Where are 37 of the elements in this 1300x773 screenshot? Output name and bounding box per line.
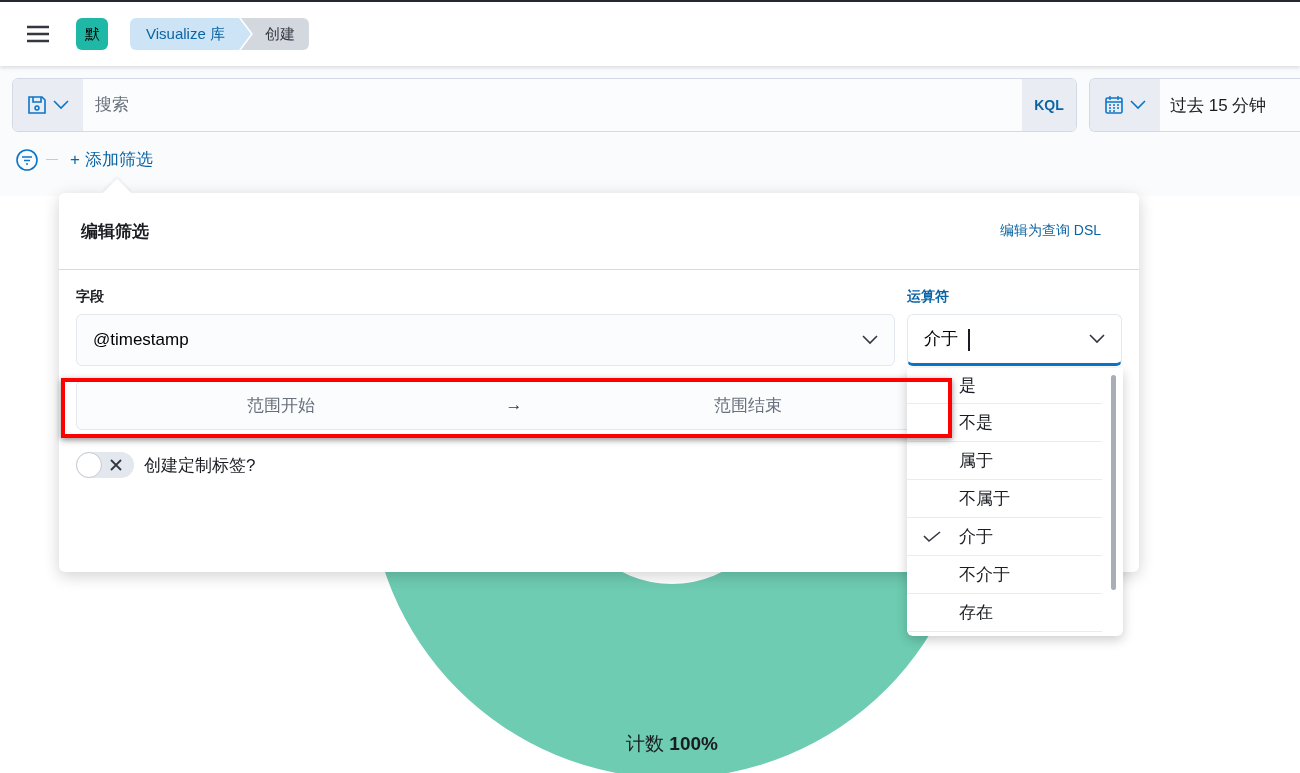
operator-option[interactable]: 是	[907, 368, 1102, 404]
breadcrumb[interactable]: Visualize 库	[130, 18, 251, 50]
filter-icon[interactable]	[16, 148, 38, 171]
scrollbar[interactable]	[1111, 375, 1116, 590]
operator-option[interactable]: 不是	[907, 404, 1102, 442]
custom-label-switch[interactable]	[76, 452, 134, 478]
field-select[interactable]: @timestamp	[76, 314, 895, 366]
saved-query-button[interactable]	[13, 79, 83, 131]
add-filter-link[interactable]: + 添加筛选	[66, 148, 153, 171]
chevron-icon	[1089, 334, 1105, 344]
language-button[interactable]: KQL	[1022, 79, 1076, 131]
search-field[interactable]: 搜索 KQL	[12, 78, 1077, 132]
field-label: 字段	[76, 288, 105, 306]
edit-dsl-link[interactable]: 编辑为查询 DSL	[993, 221, 1107, 241]
space-avatar[interactable]: 默	[76, 18, 108, 50]
operator-select[interactable]: 介于	[907, 314, 1122, 366]
operator-label: 运算符	[907, 288, 950, 306]
cross-icon	[109, 458, 123, 472]
operator-option[interactable]: 不属于	[907, 480, 1102, 518]
operator-option[interactable]: 属于	[907, 442, 1102, 480]
menu-icon[interactable]	[26, 24, 50, 44]
search-input[interactable]: 搜索	[83, 79, 1022, 131]
save-icon	[27, 95, 47, 115]
range-arrow: →	[504, 395, 524, 415]
calendar-icon	[1104, 95, 1124, 115]
range-start-placeholder[interactable]: 范围开始	[77, 393, 484, 417]
operator-option[interactable]: 存在	[907, 594, 1102, 632]
popover-title: 编辑筛选	[81, 220, 149, 243]
date-picker-button[interactable]	[1090, 79, 1160, 131]
slice-label: 计数 100%	[625, 732, 719, 756]
chevron-icon	[53, 100, 69, 110]
chevron-icon	[1130, 100, 1146, 110]
breadcrumb[interactable]: 创建	[240, 18, 309, 50]
chevron-icon	[862, 335, 878, 345]
operator-option[interactable]: 不介于	[907, 556, 1102, 594]
operator-option[interactable]: 介于	[907, 518, 1102, 556]
switch-label: 创建定制标签?	[144, 454, 256, 477]
